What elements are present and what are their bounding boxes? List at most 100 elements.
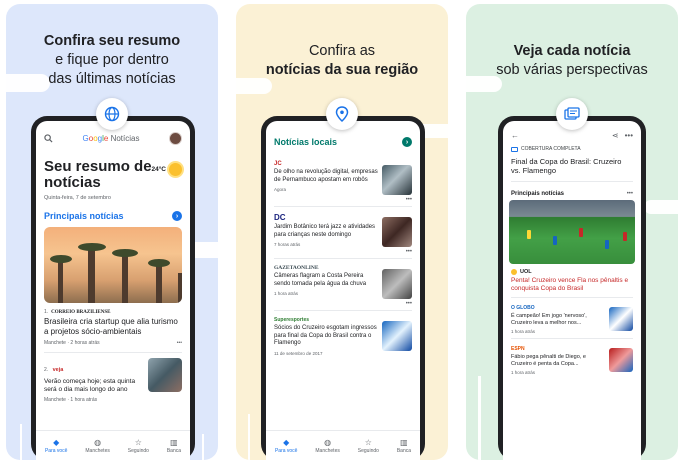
nav-following[interactable]: ☆ Seguindo xyxy=(128,438,149,454)
headline-bold: Veja cada notícia xyxy=(513,43,631,59)
player-shape xyxy=(579,228,583,237)
baobab-canopy-shape xyxy=(148,259,170,267)
nav-label: Seguindo xyxy=(357,447,379,454)
nav-for-you[interactable]: ◆ Para você xyxy=(275,438,298,454)
promo-headline: Confira as notícias da sua região xyxy=(236,42,448,80)
headline-line: sob várias perspectivas xyxy=(496,62,648,78)
story-title[interactable]: Brasileira cria startup que alia turismo… xyxy=(36,317,190,337)
logo-product-name: Notícias xyxy=(110,133,140,143)
phone-screen: Notícias locais › JC De olho na revoluçã… xyxy=(266,121,420,460)
turbine-decoration xyxy=(202,434,204,460)
more-options-icon[interactable]: ••• xyxy=(625,131,633,140)
more-options-icon[interactable]: ••• xyxy=(627,191,633,197)
list-item[interactable]: DC Jardim Botânico terá jazz e atividade… xyxy=(266,207,420,249)
chevron-right-icon: › xyxy=(172,211,182,221)
story-title: Verão começa hoje; esta quinta será o di… xyxy=(44,378,136,393)
promo-headline: Veja cada notícia sob várias perspectiva… xyxy=(466,42,678,80)
story-time: 1 hora atrás xyxy=(274,291,299,296)
full-coverage-icon xyxy=(564,107,580,120)
baobab-canopy-shape xyxy=(50,255,72,263)
story-thumbnail xyxy=(382,321,412,351)
location-badge xyxy=(326,98,358,130)
section-header-top-stories[interactable]: Principais notícias › xyxy=(36,201,190,227)
story-time: 7 horas atrás xyxy=(274,242,301,247)
story-time: 1 hora atrás xyxy=(70,397,98,403)
story-title: De olho na revolução digital, empresas d… xyxy=(274,169,378,183)
source-logo: Superesportes xyxy=(274,317,310,323)
phone-screen: ← ⋖ ••• COBERTURA COMPLETA Final da Copa… xyxy=(503,121,641,460)
source-logo: CORREIO BRAZILIENSE xyxy=(51,309,111,315)
story-thumbnail xyxy=(382,165,412,195)
player-shape xyxy=(605,240,609,249)
nav-label: Manchetes xyxy=(85,447,110,454)
source-logo: veja xyxy=(52,367,64,373)
full-coverage-icon xyxy=(511,146,518,152)
share-icon[interactable]: ⋖ xyxy=(612,131,619,140)
section-title: Notícias locais xyxy=(274,137,338,147)
back-arrow-icon[interactable]: ← xyxy=(511,131,519,140)
story-time: 2 horas atrás xyxy=(70,340,100,346)
logo-letter: e xyxy=(103,133,109,143)
list-item[interactable]: ESPN Fábio pega pênalti de Diego, e Cruz… xyxy=(503,342,641,376)
weather-widget[interactable]: 24°C xyxy=(151,163,182,176)
more-options-icon[interactable]: ••• xyxy=(266,197,420,203)
source-logo: JC xyxy=(274,161,282,167)
phone-frame: Notícias locais › JC De olho na revoluçã… xyxy=(261,116,425,460)
turbine-decoration xyxy=(20,424,22,460)
list-item[interactable]: JC De olho na revolução digital, empresa… xyxy=(266,155,420,197)
globe-icon-badge xyxy=(96,98,128,130)
cloud-decoration xyxy=(644,200,678,214)
baobab-canopy-shape xyxy=(112,249,138,257)
nav-headlines[interactable]: ◍ Manchetes xyxy=(315,438,339,454)
story-thumbnail xyxy=(382,217,412,247)
globe-icon xyxy=(104,106,120,122)
more-options-icon[interactable]: ••• xyxy=(266,301,420,307)
nav-newsstand[interactable]: ▥ Banca xyxy=(167,438,181,454)
page-title: Final da Copa do Brasil: Cruzeiro vs. Fl… xyxy=(511,157,622,175)
google-news-logo: Google Notícias xyxy=(83,134,140,143)
nav-following[interactable]: ☆ Seguindo xyxy=(358,438,379,454)
player-shape xyxy=(623,232,627,241)
story-thumbnail xyxy=(382,269,412,299)
baobab-tree-shape xyxy=(58,259,63,303)
source-icon xyxy=(511,269,517,275)
story-source-line: 1. CORREIO BRAZILIENSE xyxy=(36,303,190,317)
baobab-tree-shape xyxy=(88,247,95,303)
story-thumbnail xyxy=(609,307,633,331)
baobab-tree-shape xyxy=(122,253,128,303)
nav-for-you[interactable]: ◆ Para você xyxy=(45,438,68,454)
list-item[interactable]: 2. veja Verão começa hoje; esta quinta s… xyxy=(36,356,190,405)
story-hero-image[interactable] xyxy=(44,227,182,303)
location-pin-icon xyxy=(335,106,349,122)
globe-icon: ◍ xyxy=(94,437,102,447)
nav-label: Banca xyxy=(396,447,412,454)
list-item[interactable]: Superesportes Sócios do Cruzeiro esgotam… xyxy=(266,311,420,358)
nav-headlines[interactable]: ◍ Manchetes xyxy=(85,438,109,454)
story-thumbnail xyxy=(148,358,182,392)
nav-newsstand[interactable]: ▥ Banca xyxy=(397,438,411,454)
briefing-header: Seu resumo de notícias 24°C Quinta-feira… xyxy=(36,155,190,201)
section-title: Principais notícias xyxy=(44,211,124,221)
story-title: Jardim Botânico terá jazz e atividades p… xyxy=(274,224,376,238)
nav-label: Para você xyxy=(274,447,298,454)
player-shape xyxy=(527,230,531,239)
promo-panel-briefing: Confira seu resumo e fique por dentro da… xyxy=(6,4,218,460)
divider xyxy=(511,297,633,298)
phone-frame: ← ⋖ ••• COBERTURA COMPLETA Final da Copa… xyxy=(498,116,646,460)
story-hero-image[interactable] xyxy=(509,200,635,264)
list-item[interactable]: GAZETAONLINE Câmeras flagram a Costa Per… xyxy=(266,259,420,301)
star-icon: ☆ xyxy=(364,437,372,447)
coverage-label: COBERTURA COMPLETA xyxy=(503,144,641,154)
chevron-right-icon: › xyxy=(402,137,412,147)
story-title[interactable]: Penta! Cruzeiro vence Fla nos pênaltis e… xyxy=(503,276,641,294)
list-item[interactable]: O GLOBO É campeão! Em jogo 'nervoso', Cr… xyxy=(503,301,641,335)
story-title: Câmeras flagram a Costa Pereira sendo to… xyxy=(274,273,367,287)
search-icon[interactable] xyxy=(44,133,53,143)
star-icon: ☆ xyxy=(134,437,142,447)
more-options-icon[interactable]: ••• xyxy=(266,249,420,255)
avatar[interactable] xyxy=(169,131,182,145)
baobab-tree-shape xyxy=(156,263,162,303)
coverage-label-text: COBERTURA COMPLETA xyxy=(521,146,581,152)
more-options-icon[interactable]: ••• xyxy=(177,340,182,346)
phone-frame: Google Notícias Seu resumo de notícias 2… xyxy=(31,116,195,460)
